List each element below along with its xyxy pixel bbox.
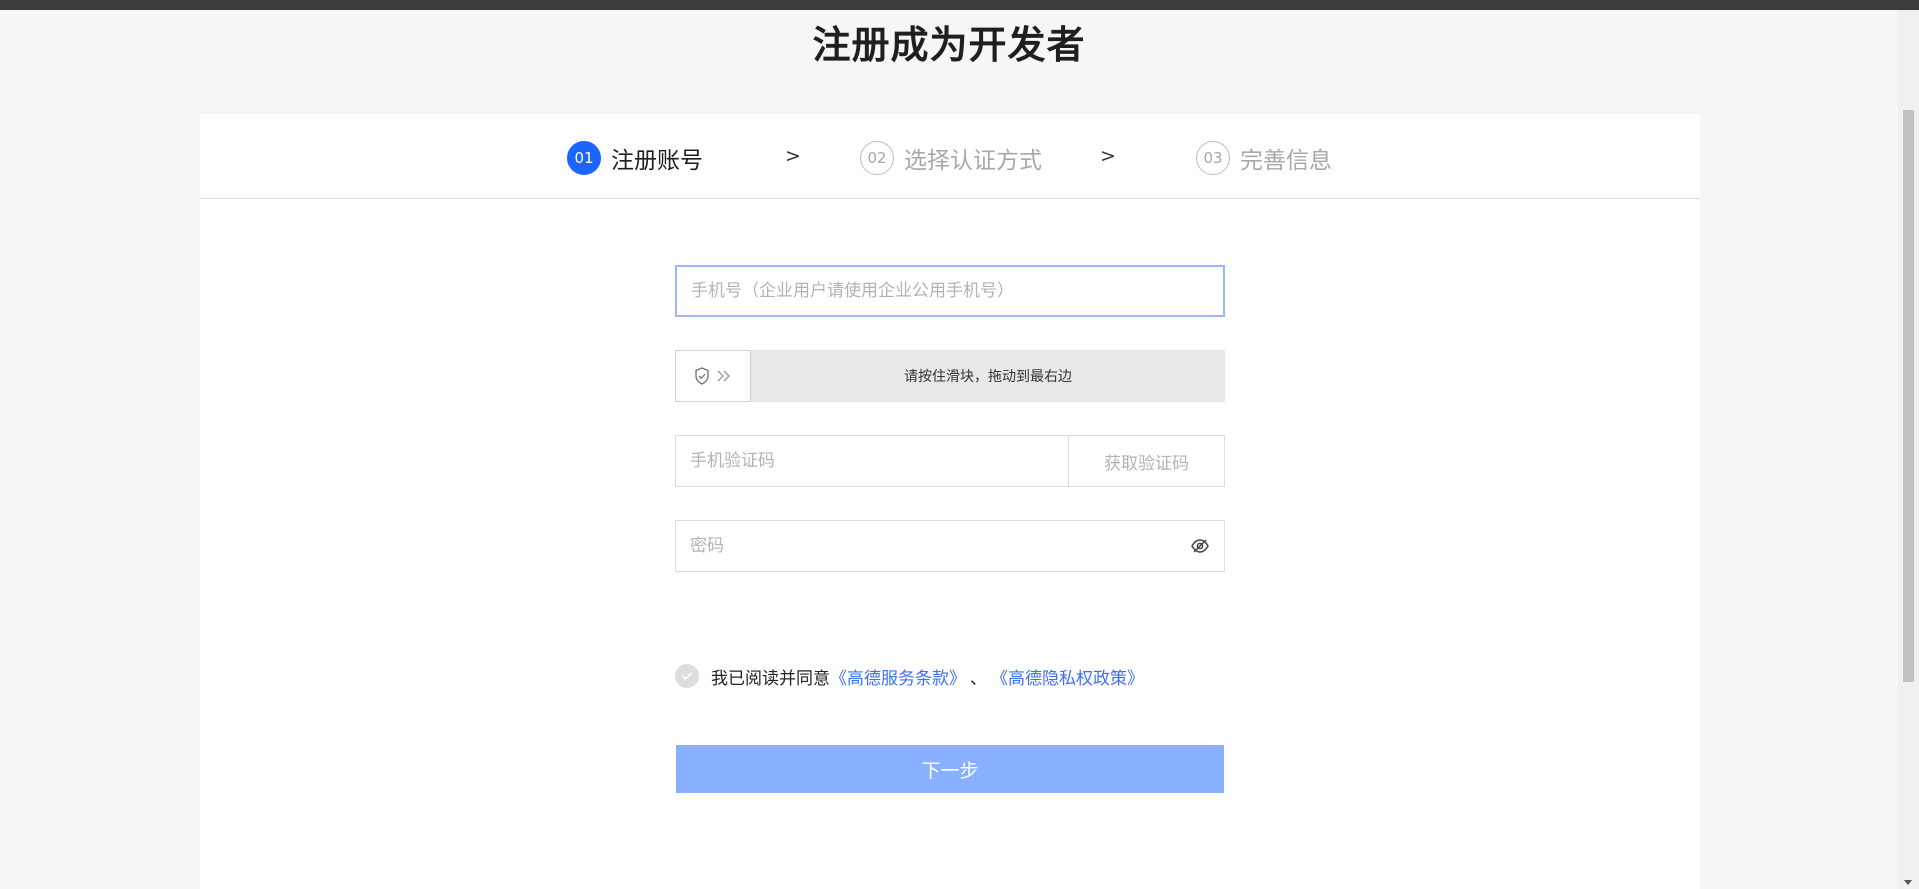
agree-checkbox[interactable] xyxy=(675,664,699,688)
slider-handle[interactable] xyxy=(675,350,751,402)
registration-card: 01 注册账号 > 02 选择认证方式 > 03 完善信息 请按住滑块，拖动到最… xyxy=(200,114,1700,889)
sms-code-field: 获取验证码 xyxy=(675,435,1225,487)
privacy-link[interactable]: 《高德隐私权政策》 xyxy=(991,664,1144,689)
password-input[interactable] xyxy=(676,521,1224,571)
step-1-label: 注册账号 xyxy=(611,148,703,174)
page-title: 注册成为开发者 xyxy=(812,23,1086,67)
step-3: 03 完善信息 xyxy=(1196,140,1332,176)
get-code-button[interactable]: 获取验证码 xyxy=(1068,436,1224,486)
double-chevron-right-icon xyxy=(717,370,730,382)
eye-slash-icon[interactable] xyxy=(1190,536,1210,556)
slider-captcha: 请按住滑块，拖动到最右边 xyxy=(675,350,1225,402)
step-2-label: 选择认证方式 xyxy=(904,148,1042,174)
step-2-number: 02 xyxy=(860,141,894,175)
phone-field xyxy=(675,265,1225,317)
step-3-number: 03 xyxy=(1196,141,1230,175)
step-2: 02 选择认证方式 xyxy=(860,140,1042,176)
phone-input[interactable] xyxy=(677,267,1223,315)
agreement-separator: 、 xyxy=(970,668,987,689)
shield-check-icon xyxy=(695,367,709,385)
agreement-text: 我已阅读并同意 xyxy=(711,668,830,689)
scrollbar-thumb[interactable] xyxy=(1903,110,1914,682)
step-separator-2: > xyxy=(1100,145,1116,167)
step-1: 01 注册账号 xyxy=(567,140,703,176)
agreement-row: 我已阅读并同意 《高德服务条款》 、 《高德隐私权政策》 xyxy=(675,663,1144,689)
step-separator-1: > xyxy=(785,145,801,167)
password-field xyxy=(675,520,1225,572)
slider-instruction: 请按住滑块，拖动到最右边 xyxy=(904,369,1072,385)
scrollbar[interactable] xyxy=(1898,10,1919,889)
step-indicator: 01 注册账号 > 02 选择认证方式 > 03 完善信息 xyxy=(200,114,1700,199)
check-icon xyxy=(681,672,693,681)
scroll-down-arrow-icon[interactable] xyxy=(1904,880,1912,885)
terms-link[interactable]: 《高德服务条款》 xyxy=(830,664,966,689)
step-3-label: 完善信息 xyxy=(1240,148,1332,174)
next-button[interactable]: 下一步 xyxy=(676,745,1224,793)
sms-code-input[interactable] xyxy=(676,436,1068,486)
step-1-number: 01 xyxy=(567,141,601,175)
browser-top-bar xyxy=(0,0,1919,10)
